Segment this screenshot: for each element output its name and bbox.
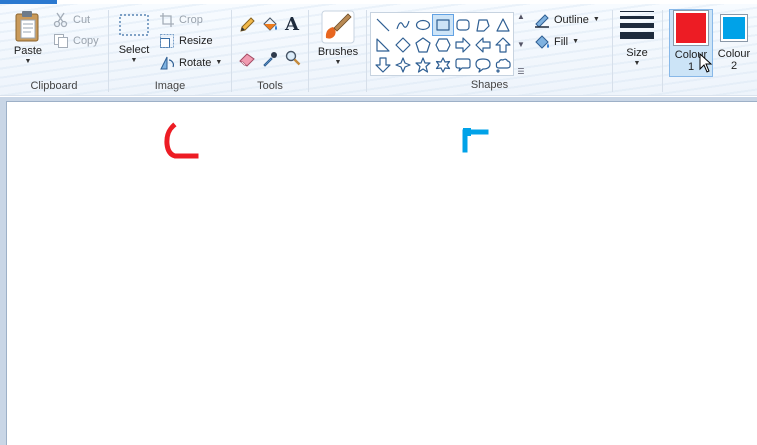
group-separator — [662, 10, 663, 92]
crop-label: Crop — [179, 14, 203, 26]
curve-icon[interactable] — [393, 15, 413, 35]
drawing-canvas[interactable] — [6, 101, 757, 445]
colour2-swatch — [723, 17, 745, 39]
image-group-label: Image — [154, 80, 186, 92]
colour2-button[interactable]: Colour 2 — [714, 10, 754, 72]
red-corner-stroke — [164, 122, 199, 159]
rectangle-icon[interactable] — [432, 14, 454, 36]
cut-label: Cut — [73, 14, 91, 26]
chevron-down-icon: ▼ — [130, 57, 138, 64]
down-arrow-icon[interactable] — [373, 55, 393, 75]
crop-icon — [160, 13, 174, 27]
pencil-icon[interactable] — [238, 16, 256, 34]
brushes-button[interactable]: Brushes ▼ — [313, 10, 363, 67]
shapes-group-label: Shapes — [470, 79, 509, 91]
ribbon: Paste ▼ Cut Copy Clipboard Select ▼ Crop… — [0, 4, 757, 96]
colour2-number: 2 — [730, 60, 738, 72]
paste-label: Paste — [13, 45, 43, 57]
rounded-rectangle-icon[interactable] — [453, 15, 473, 35]
eraser-icon[interactable] — [238, 50, 256, 68]
crop-button[interactable]: Crop — [159, 10, 203, 30]
colour2-label: Colour — [717, 48, 751, 60]
chevron-down-icon: ▼ — [633, 60, 641, 67]
copy-label: Copy — [73, 35, 99, 47]
mouse-pointer-icon — [699, 53, 713, 73]
resize-button[interactable]: Resize — [159, 31, 213, 51]
scroll-down-icon[interactable]: ▼ — [517, 40, 525, 49]
image-group: Select ▼ Crop Resize Rotate ▼ Image — [109, 4, 231, 95]
fill-bucket-icon[interactable] — [260, 15, 280, 35]
fill-label: Fill — [554, 36, 569, 48]
brushes-label: Brushes — [317, 46, 359, 58]
copy-icon — [54, 34, 68, 48]
cloud-callout-icon[interactable] — [493, 55, 513, 75]
left-arrow-icon[interactable] — [473, 35, 493, 55]
cut-button[interactable]: Cut — [53, 10, 90, 30]
diamond-icon[interactable] — [393, 35, 413, 55]
paste-button[interactable]: Paste ▼ — [8, 9, 48, 66]
colour1-swatch — [676, 13, 706, 43]
select-label: Select — [118, 44, 150, 56]
rotate-icon — [160, 56, 175, 70]
chevron-down-icon: ▼ — [572, 38, 579, 45]
canvas-workspace — [0, 97, 757, 445]
size-button[interactable]: Size ▼ — [617, 11, 657, 68]
clipboard-group-label: Clipboard — [30, 80, 78, 92]
oval-callout-icon[interactable] — [473, 55, 493, 75]
line-width-icon — [620, 11, 654, 39]
chevron-down-icon: ▼ — [215, 59, 223, 66]
tools-group-label: Tools — [257, 80, 283, 92]
chevron-down-icon: ▼ — [24, 58, 32, 65]
fill-button[interactable]: Fill ▼ — [534, 32, 579, 52]
polygon-icon[interactable] — [473, 15, 493, 35]
group-separator — [612, 10, 613, 92]
fill-bucket-icon — [535, 35, 549, 49]
select-button[interactable]: Select ▼ — [115, 12, 153, 65]
colour1-swatch-frame — [673, 10, 709, 46]
rounded-callout-icon[interactable] — [453, 55, 473, 75]
outline-button[interactable]: Outline ▼ — [534, 10, 600, 30]
chevron-down-icon: ▼ — [592, 16, 600, 23]
outline-brush-icon — [535, 14, 549, 28]
outline-label: Outline — [554, 14, 589, 26]
oval-icon[interactable] — [413, 15, 433, 35]
chevron-down-icon: ▼ — [334, 59, 342, 66]
rotate-label: Rotate — [179, 57, 212, 69]
shapes-scroll: ▲ ▼ ☰ — [514, 12, 528, 76]
right-arrow-icon[interactable] — [453, 35, 473, 55]
scroll-up-icon[interactable]: ▲ — [517, 12, 525, 21]
tools-group: A Tools — [232, 4, 308, 95]
magnifier-icon[interactable] — [284, 49, 302, 67]
right-triangle-icon[interactable] — [373, 35, 393, 55]
text-tool-icon[interactable]: A — [285, 14, 299, 35]
brush-icon — [321, 10, 355, 44]
scissors-icon — [53, 12, 68, 28]
colour1-number: 1 — [687, 61, 695, 73]
paste-icon — [15, 11, 39, 42]
colour2-swatch-frame — [720, 14, 748, 42]
hexagon-icon[interactable] — [433, 35, 453, 55]
line-icon[interactable] — [373, 15, 393, 35]
canvas-strokes — [164, 122, 489, 159]
up-arrow-icon[interactable] — [493, 35, 513, 55]
blue-stroke-joint — [463, 128, 471, 136]
clipboard-group: Paste ▼ Cut Copy Clipboard — [0, 4, 108, 95]
four-point-star-icon[interactable] — [393, 55, 413, 75]
resize-icon — [160, 34, 174, 48]
shapes-gallery — [370, 12, 514, 76]
selection-rectangle-icon — [119, 14, 149, 36]
size-label: Size — [626, 47, 648, 59]
resize-label: Resize — [179, 35, 213, 47]
triangle-icon[interactable] — [493, 15, 513, 35]
five-point-star-icon[interactable] — [413, 55, 433, 75]
copy-button[interactable]: Copy — [53, 31, 99, 51]
group-separator — [308, 10, 309, 92]
six-point-star-icon[interactable] — [433, 55, 453, 75]
colour-picker-icon[interactable] — [261, 50, 279, 68]
shapes-grid — [373, 14, 513, 75]
gallery-expand-icon[interactable]: ☰ — [517, 67, 524, 76]
pentagon-icon[interactable] — [413, 35, 433, 55]
rotate-button[interactable]: Rotate ▼ — [159, 53, 222, 73]
